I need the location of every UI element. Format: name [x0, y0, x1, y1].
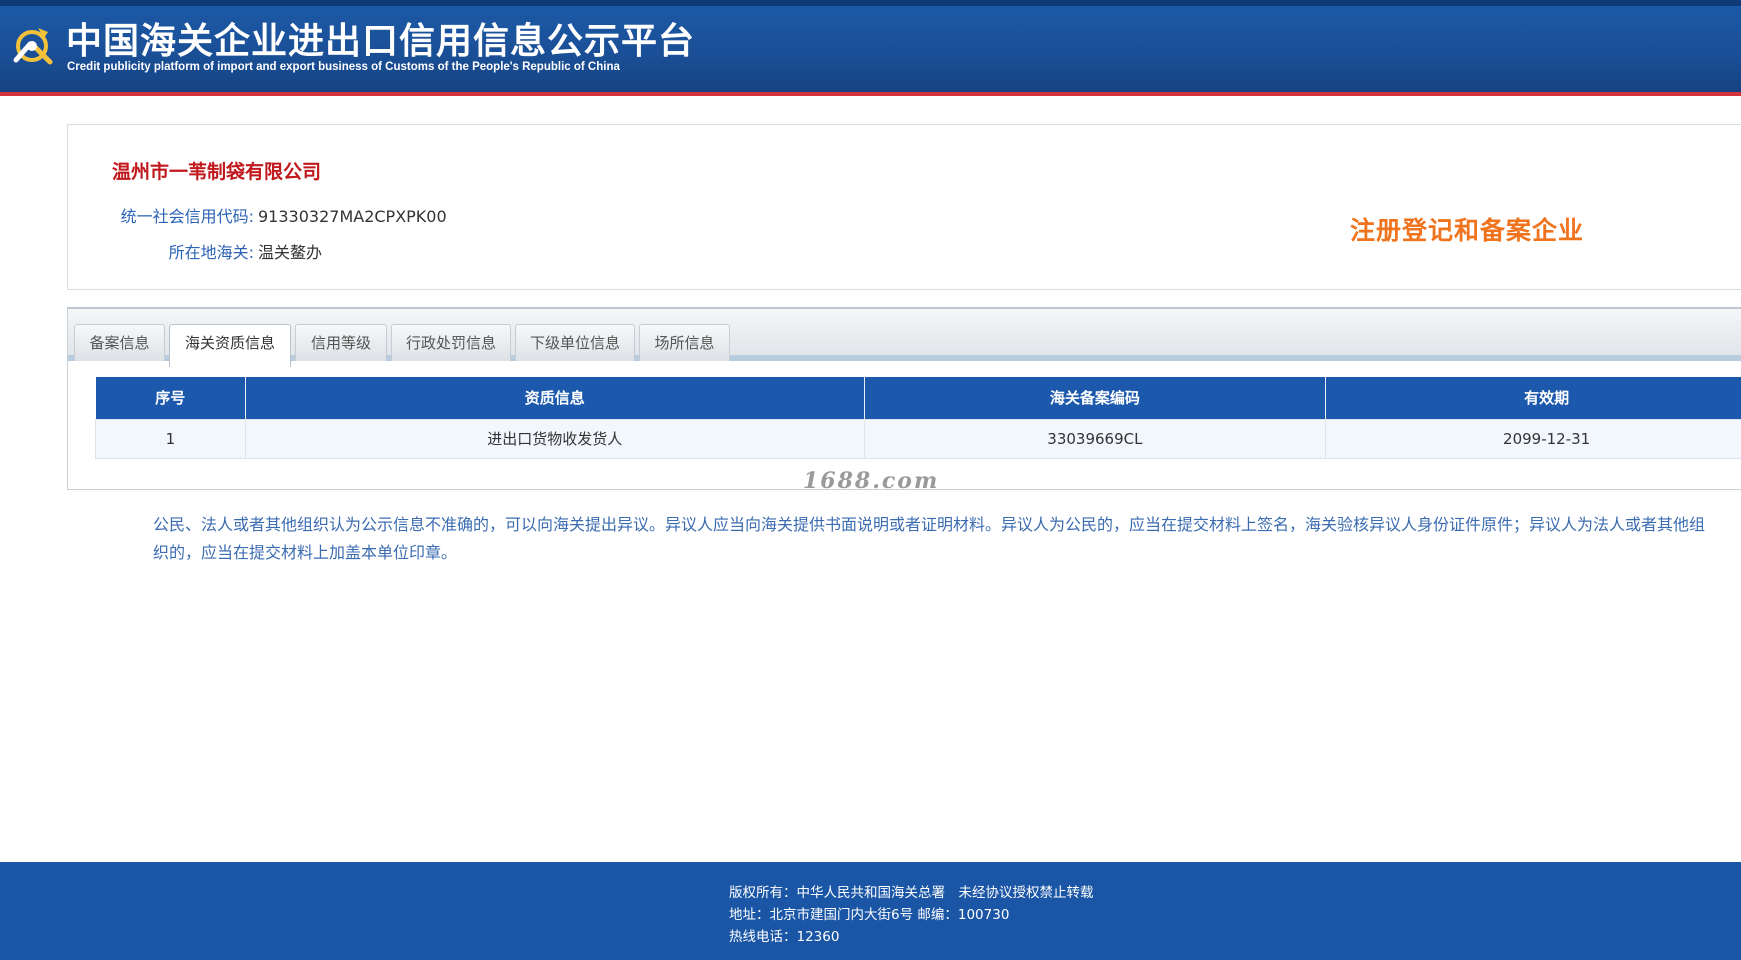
credit-code-value: 91330327MA2CPXPK00 — [258, 207, 447, 226]
header-top-strip — [0, 0, 1741, 6]
site-header: 中国海关企业进出口信用信息公示平台 Credit publicity platf… — [0, 0, 1741, 96]
footer-copyright: 版权所有：中华人民共和国海关总署 未经协议授权禁止转载 — [729, 885, 1094, 901]
col-header-customs-code: 海关备案编码 — [864, 377, 1327, 419]
tab-administrative-penalty[interactable]: 行政处罚信息 — [391, 324, 511, 361]
company-info-card: 温州市一苇制袋有限公司 统一社会信用代码: 91330327MA2CPXPK00 … — [67, 124, 1741, 290]
tabs-panel: 备案信息 海关资质信息 信用等级 行政处罚信息 下级单位信息 场所信息 序号 资… — [67, 307, 1741, 490]
tab-credit-rating[interactable]: 信用等级 — [295, 324, 387, 361]
site-subtitle: Credit publicity platform of import and … — [67, 61, 620, 73]
credit-code-row: 统一社会信用代码: 91330327MA2CPXPK00 — [68, 203, 447, 227]
col-header-qualification: 资质信息 — [245, 377, 865, 419]
cell-index: 1 — [95, 418, 246, 459]
qualification-table: 序号 资质信息 海关备案编码 有效期 1 进出口货物收发货人 33039669C… — [95, 377, 1741, 459]
footer-address: 地址：北京市建国门内大街6号 邮编：100730 — [729, 907, 1010, 923]
tab-subordinate-units[interactable]: 下级单位信息 — [515, 324, 635, 361]
site-title: 中国海关企业进出口信用信息公示平台 — [66, 21, 696, 62]
customs-label: 所在地海关: — [168, 243, 254, 262]
tab-site-info[interactable]: 场所信息 — [639, 324, 730, 361]
customs-row: 所在地海关: 温关鳌办 — [68, 239, 322, 263]
tab-bar: 备案信息 海关资质信息 信用等级 行政处罚信息 下级单位信息 场所信息 — [68, 309, 1741, 367]
company-name: 温州市一苇制袋有限公司 — [112, 161, 322, 183]
cell-validity: 2099-12-31 — [1325, 418, 1741, 459]
col-header-index: 序号 — [95, 377, 246, 419]
cell-customs-code: 33039669CL — [863, 418, 1327, 459]
col-header-validity: 有效期 — [1325, 377, 1741, 419]
credit-code-label: 统一社会信用代码: — [120, 207, 254, 226]
table-row: 1 进出口货物收发货人 33039669CL 2099-12-31 — [95, 418, 1741, 459]
registration-badge: 注册登记和备案企业 — [1350, 216, 1585, 245]
customs-value: 温关鳌办 — [258, 243, 323, 262]
tab-filing-info[interactable]: 备案信息 — [74, 324, 165, 361]
footer-hotline: 热线电话：12360 — [729, 929, 840, 945]
customs-emblem-icon — [13, 28, 53, 65]
objection-notice: 公民、法人或者其他组织认为公示信息不准确的，可以向海关提出异议。异议人应当向海关… — [153, 515, 1706, 562]
cell-qualification: 进出口货物收发货人 — [244, 418, 865, 459]
tab-customs-qualification[interactable]: 海关资质信息 — [169, 324, 291, 367]
watermark: 1688.com — [803, 468, 940, 494]
site-footer: 版权所有：中华人民共和国海关总署 未经协议授权禁止转载 地址：北京市建国门内大街… — [0, 862, 1741, 960]
table-header-row: 序号 资质信息 海关备案编码 有效期 — [95, 377, 1741, 419]
